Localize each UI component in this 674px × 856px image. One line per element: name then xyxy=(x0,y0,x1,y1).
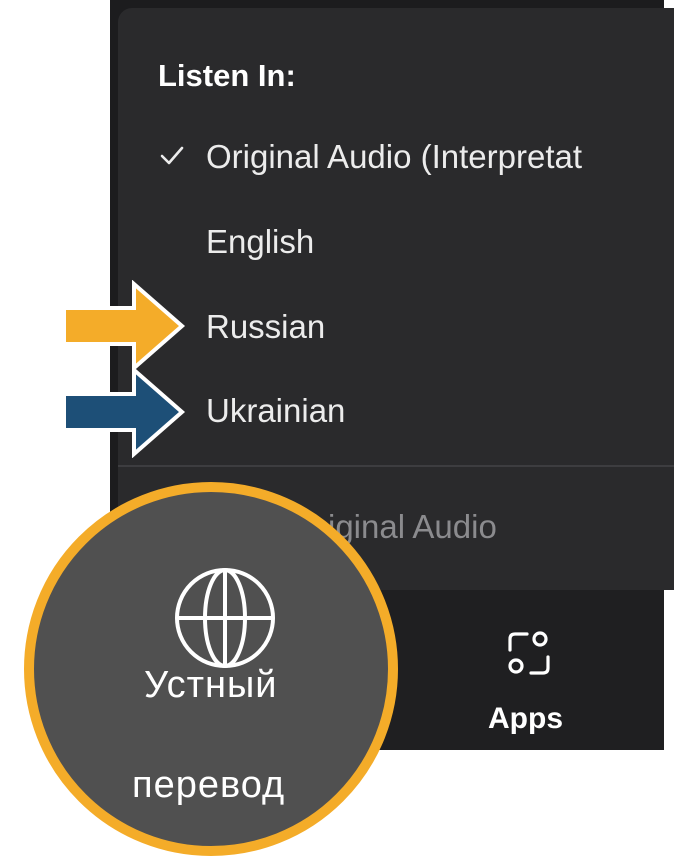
menu-item-english[interactable]: English xyxy=(206,223,314,261)
arrow-pointer-russian-icon xyxy=(62,280,186,372)
menu-item-original-audio[interactable]: Original Audio (Interpretat xyxy=(206,138,582,176)
arrow-pointer-ukrainian-icon xyxy=(62,366,186,458)
apps-icon[interactable] xyxy=(505,628,553,680)
menu-divider xyxy=(118,465,674,467)
checkmark-icon xyxy=(160,146,184,165)
menu-item-russian[interactable]: Russian xyxy=(206,308,325,346)
menu-item-mute-original-audio[interactable]: iginal Audio xyxy=(328,508,497,546)
badge-label-line2: перевод xyxy=(132,764,286,806)
apps-button-label[interactable]: Apps xyxy=(488,702,563,736)
menu-item-ukrainian[interactable]: Ukrainian xyxy=(206,392,345,430)
globe-icon xyxy=(175,568,275,668)
menu-header: Listen In: xyxy=(158,58,296,93)
badge-label-line1: Устный xyxy=(144,664,278,706)
